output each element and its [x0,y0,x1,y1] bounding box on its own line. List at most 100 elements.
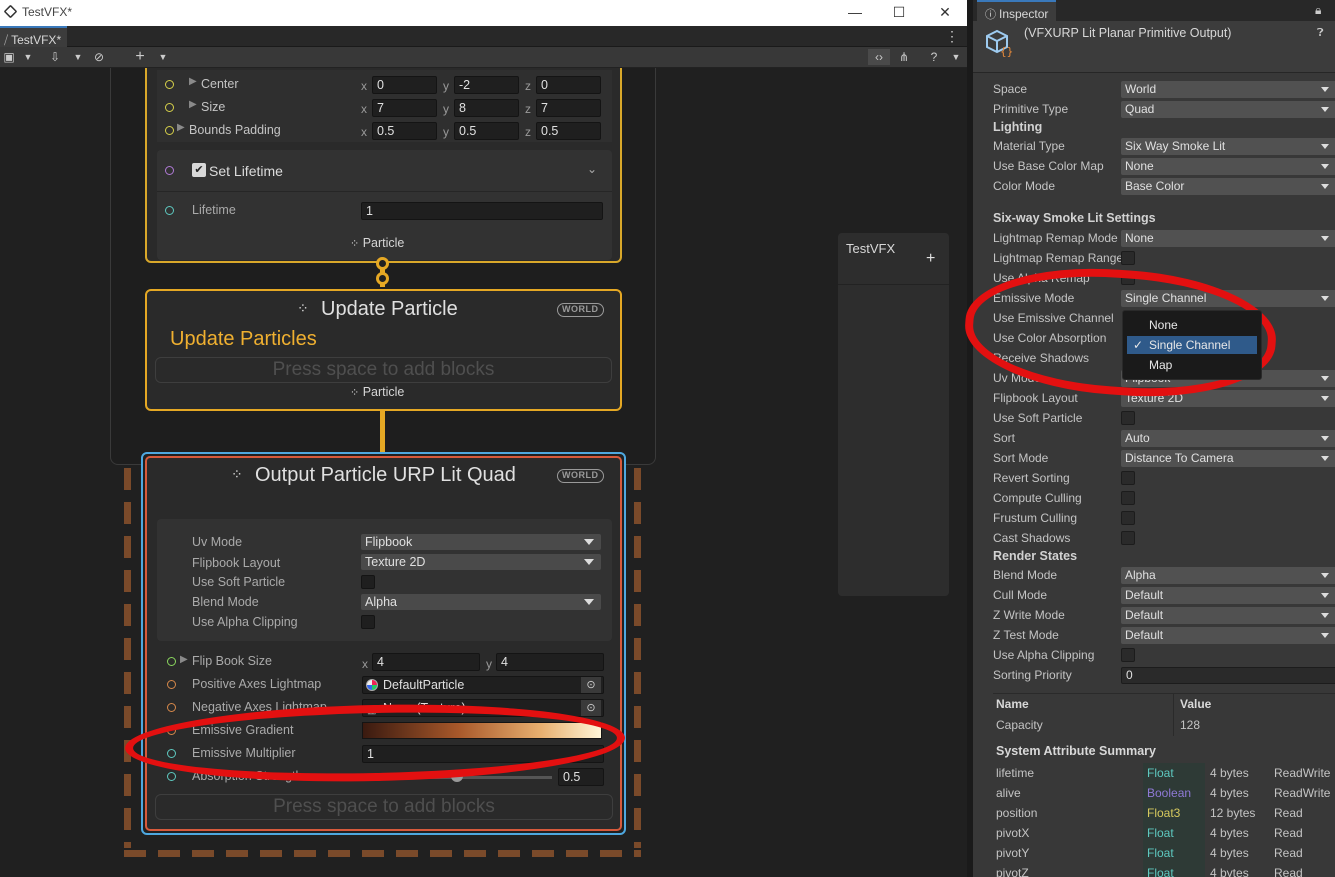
size-port[interactable] [165,103,174,112]
property-checkbox[interactable] [1121,491,1135,505]
property-dropdown[interactable]: Default [1121,607,1335,624]
save-dropdown-icon[interactable]: ▼ [22,49,34,65]
expand-arrow-icon[interactable]: ▶ [180,654,188,665]
graph-tools-icon[interactable]: ⋔ [894,49,914,65]
property-dropdown[interactable]: None [1121,158,1335,175]
property-checkbox[interactable] [1121,648,1135,662]
particle-icon: ⁘ [297,300,309,316]
add-dropdown-icon[interactable]: ▼ [157,49,169,65]
capacity-value[interactable]: 128 [1180,718,1200,732]
size-y-field[interactable]: 8 [454,99,519,117]
property-dropdown[interactable]: Six Way Smoke Lit [1121,138,1335,155]
property-dropdown[interactable]: Auto [1121,430,1335,447]
chevron-down-icon[interactable]: ⌄ [587,162,597,176]
initialize-node[interactable]: ▶ Center x 0 y -2 z 0 ▶ Size x 7 y 8 z 7 [145,68,622,263]
positive-axes-value: DefaultParticle [383,678,465,692]
save-icon[interactable]: ▣ [3,49,15,65]
property-checkbox[interactable] [1121,411,1135,425]
property-label: Z Test Mode [993,628,1059,642]
object-picker-icon[interactable]: ⊙ [581,677,601,693]
flip-book-size-y-field[interactable]: 4 [496,653,604,671]
add-blocks-placeholder[interactable]: Press space to add blocks [155,794,613,820]
center-port[interactable] [165,80,174,89]
property-label: Material Type [993,139,1065,153]
popup-item-map[interactable]: Map [1127,356,1257,374]
property-dropdown[interactable]: Base Color [1121,178,1335,195]
more-options-icon[interactable]: ⋮ [945,28,959,45]
property-dropdown[interactable]: Distance To Camera [1121,450,1335,467]
bounds-padding-y-field[interactable]: 0.5 [454,122,519,140]
property-dropdown[interactable]: Quad [1121,101,1335,118]
absorption-strength-field[interactable]: 0.5 [558,768,604,786]
center-z-field[interactable]: 0 [536,76,601,94]
attr-type: Float3 [1143,803,1205,823]
center-x-field[interactable]: 0 [372,76,437,94]
object-picker-icon[interactable]: ⊙ [581,700,601,716]
flipbook-layout-dropdown[interactable]: Texture 2D [361,554,601,570]
property-checkbox[interactable] [1121,531,1135,545]
help-dropdown-icon[interactable]: ▼ [950,49,962,65]
flow-port[interactable] [376,272,389,285]
maximize-button[interactable]: ☐ [884,2,914,22]
property-dropdown[interactable]: Default [1121,587,1335,604]
positive-axes-port[interactable] [167,680,176,689]
property-dropdown[interactable]: Alpha [1121,567,1335,584]
tab-inspector[interactable]: ⓘ Inspector [977,0,1057,21]
attr-size: 4 bytes [1210,786,1249,800]
property-checkbox[interactable] [1121,511,1135,525]
property-checkbox[interactable] [1121,471,1135,485]
flip-book-size-port[interactable] [167,657,176,666]
minimize-button[interactable]: — [840,2,870,22]
graph-canvas[interactable]: ▶ Center x 0 y -2 z 0 ▶ Size x 7 y 8 z 7 [0,68,967,877]
flip-book-size-x-field[interactable]: 4 [372,653,480,671]
add-property-button[interactable]: + [926,250,935,268]
bounds-padding-z-field[interactable]: 0.5 [536,122,601,140]
capacity-name: Capacity [996,718,1043,732]
lock-icon[interactable]: 🔒︎ [1315,3,1321,18]
lifetime-port[interactable] [165,206,174,215]
help-icon[interactable]: ? [926,49,942,65]
property-label: Sort [993,431,1016,445]
flip-book-size-label: Flip Book Size [192,654,272,668]
blend-mode-dropdown[interactable]: Alpha [361,594,601,610]
export-dropdown-icon[interactable]: ▼ [72,49,84,65]
property-dropdown[interactable]: Default [1121,627,1335,644]
bounds-padding-x-field[interactable]: 0.5 [372,122,437,140]
center-y-field[interactable]: -2 [454,76,519,94]
property-checkbox[interactable] [1121,251,1135,265]
property-label: Sorting Priority [993,668,1072,682]
expand-arrow-icon[interactable]: ▶ [189,76,197,87]
lifetime-field[interactable]: 1 [361,202,603,220]
property-dropdown[interactable]: World [1121,81,1335,98]
link-off-icon[interactable]: ⊘ [90,49,108,65]
tab-testvfx[interactable]: ⧸ TestVFX* [0,26,68,47]
size-z-field[interactable]: 7 [536,99,601,117]
section-header: Six-way Smoke Lit Settings [993,211,1156,225]
use-soft-particle-checkbox[interactable] [361,575,375,589]
help-icon[interactable]: ❓︎ [1317,27,1324,40]
positive-axes-field[interactable]: DefaultParticle ⊙ [362,676,604,694]
size-x-field[interactable]: 7 [372,99,437,117]
popup-item-none[interactable]: None [1127,316,1257,334]
property-field[interactable]: 0 [1121,667,1335,684]
negative-axes-port[interactable] [167,703,176,712]
add-blocks-placeholder[interactable]: Press space to add blocks [155,357,612,383]
close-button[interactable]: ✕ [930,2,960,22]
uv-mode-dropdown[interactable]: Flipbook [361,534,601,550]
property-dropdown[interactable]: None [1121,230,1335,247]
use-alpha-clipping-checkbox[interactable] [361,615,375,629]
bounds-padding-port[interactable] [165,126,174,135]
set-lifetime-checkbox[interactable]: ✔ [192,163,206,177]
code-toggle-icon[interactable]: ‹› [868,49,890,65]
set-lifetime-port[interactable] [165,166,174,175]
vfx-graph-window: TestVFX* — ☐ ✕ ⧸ TestVFX* ⋮ ▣ ▼ ⇩ ▼ ⊘ + ▼… [0,0,967,877]
absorption-strength-port[interactable] [167,772,176,781]
expand-arrow-icon[interactable]: ▶ [189,99,197,110]
update-title: Update Particle [321,298,458,320]
popup-item-single-channel[interactable]: ✓ Single Channel [1127,336,1257,354]
expand-arrow-icon[interactable]: ▶ [177,122,185,133]
export-icon[interactable]: ⇩ [46,49,64,65]
add-button[interactable]: + [132,49,148,65]
flow-port[interactable] [376,257,389,270]
flipbook-layout-label: Flipbook Layout [192,556,281,570]
